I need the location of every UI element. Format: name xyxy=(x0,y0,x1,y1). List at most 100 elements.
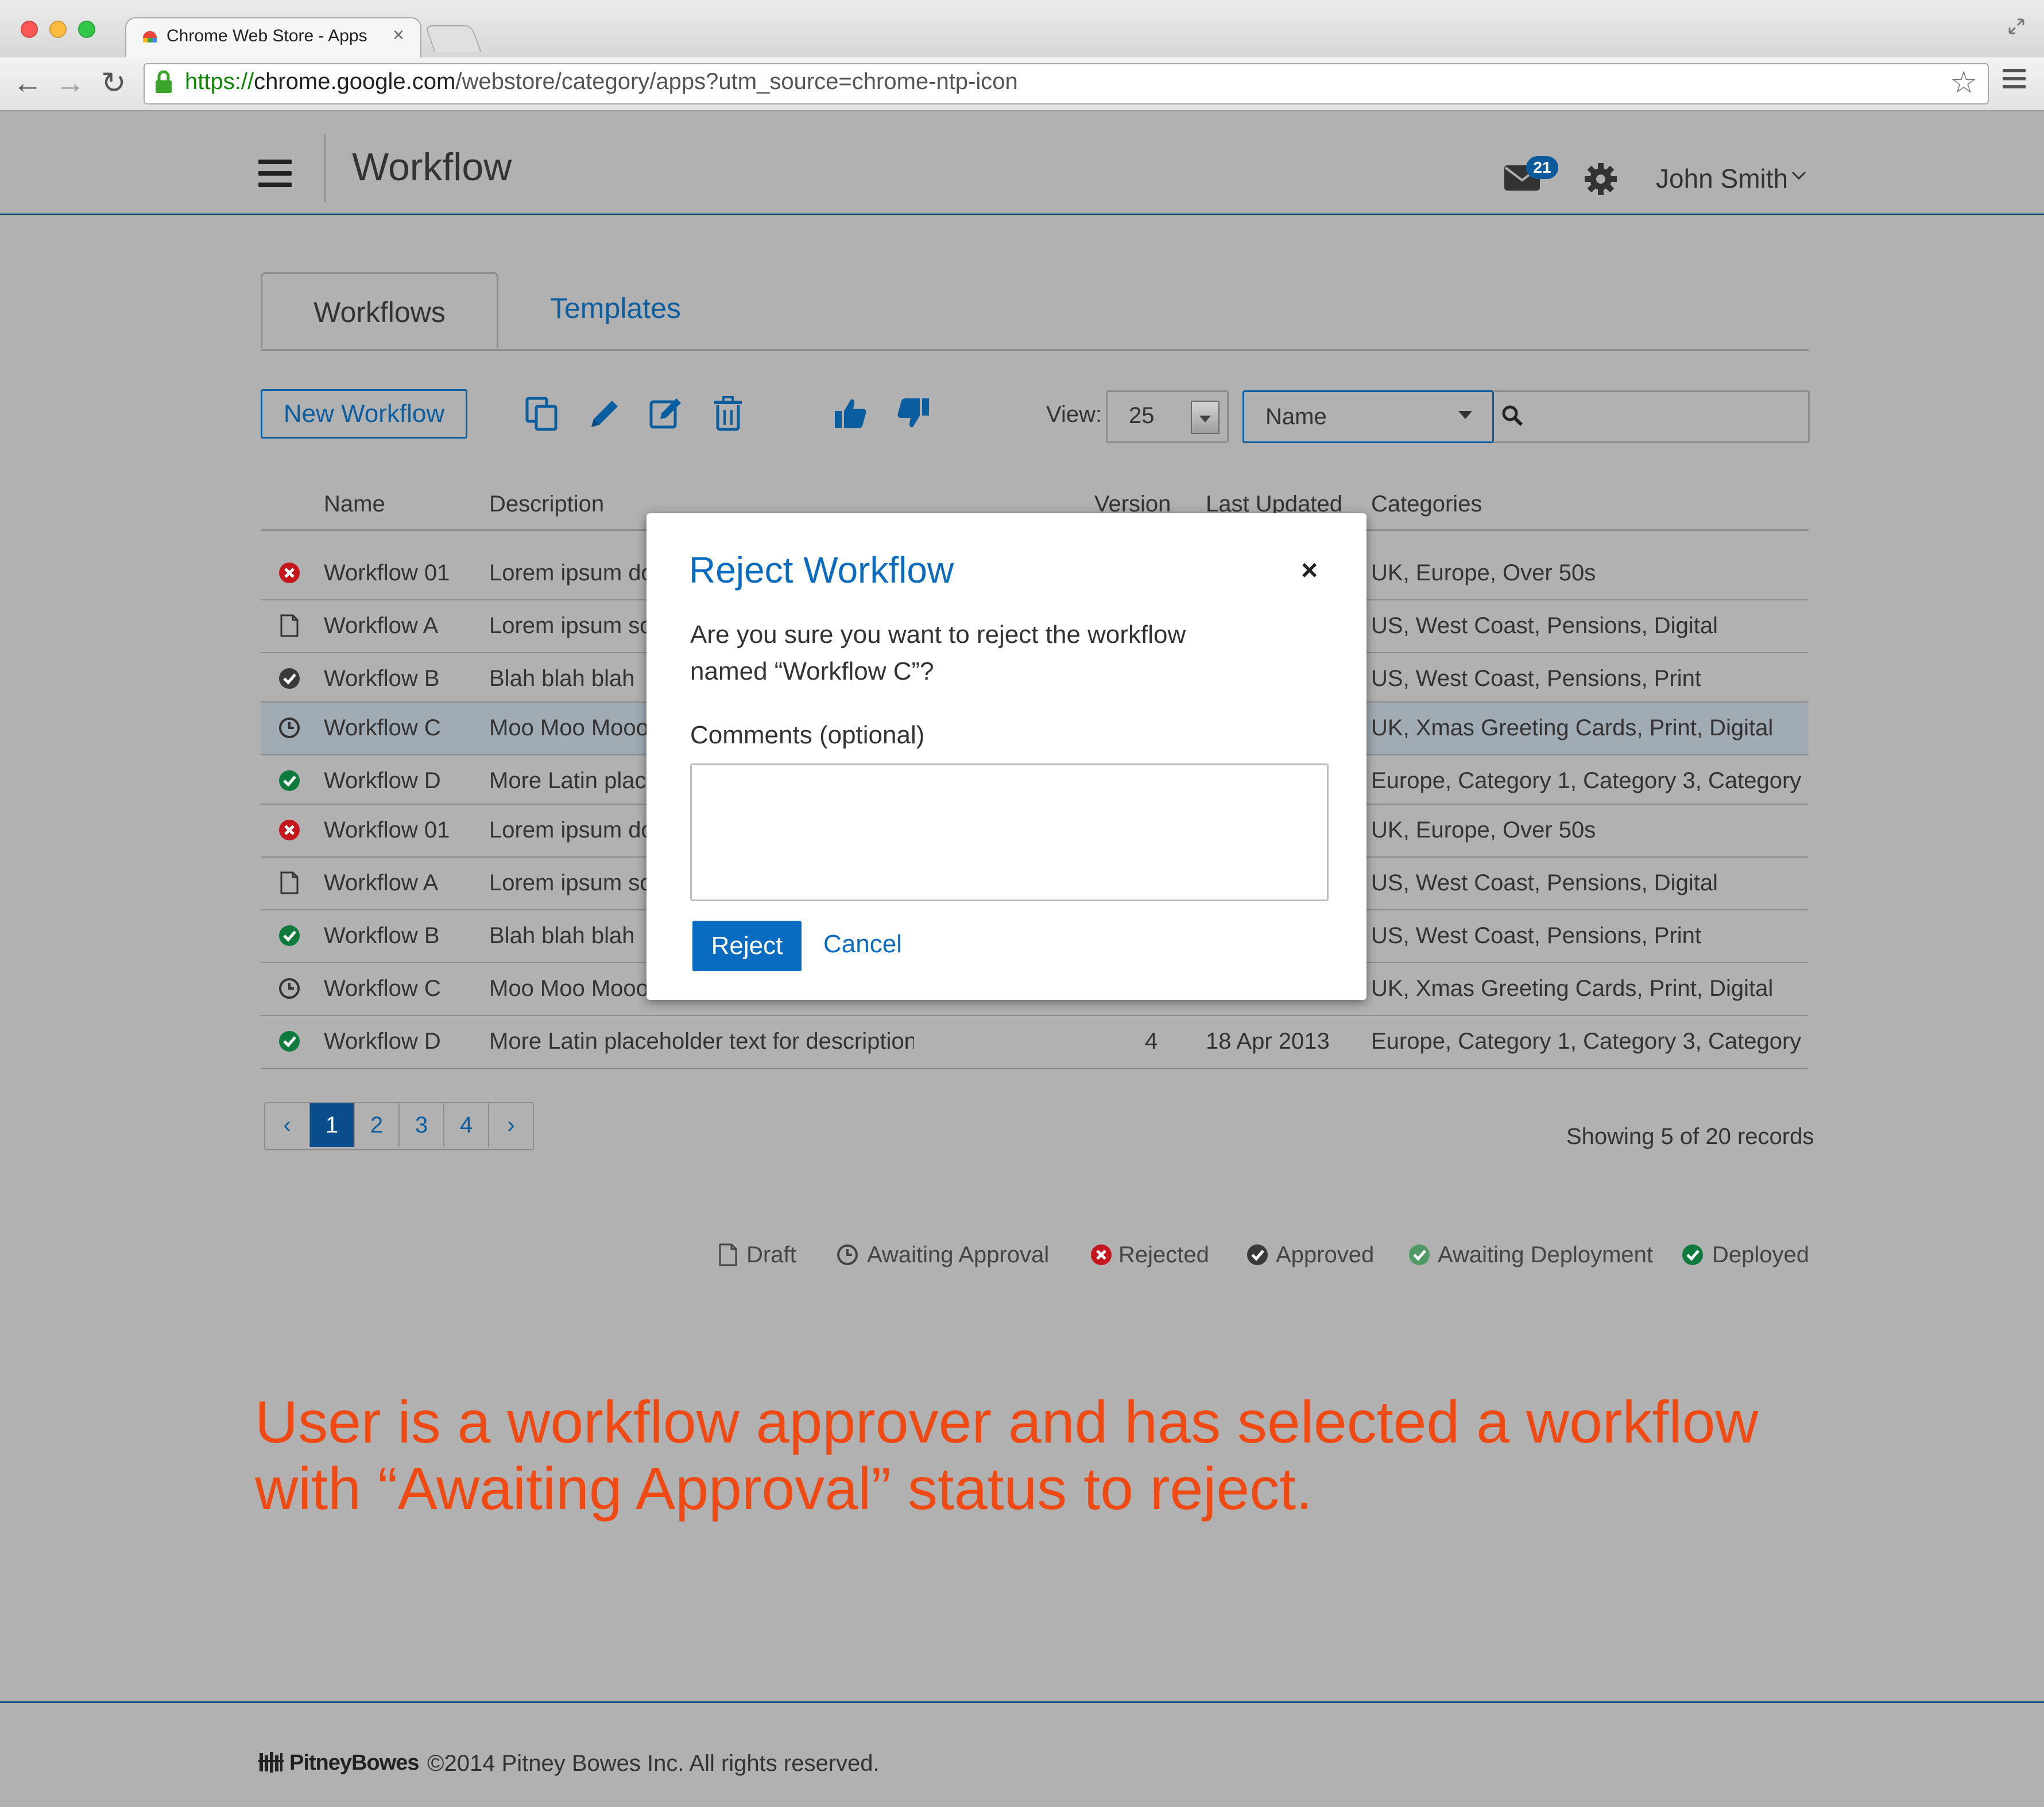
cell-description: Moo Moo Mooo xyxy=(489,976,649,1001)
window-zoom-button[interactable] xyxy=(78,21,95,38)
table-row[interactable]: Workflow D More Latin placeholder text fo… xyxy=(261,1016,1809,1069)
draft-status-icon xyxy=(280,871,299,894)
url-path: /webstore/category/apps?utm_source=chrom… xyxy=(455,69,1018,94)
reject-button[interactable]: Reject xyxy=(692,921,802,971)
browser-tab-title: Chrome Web Store - Apps xyxy=(167,26,367,45)
cell-version: 4 xyxy=(1145,1029,1158,1054)
footer-brand: PitneyBowes xyxy=(289,1751,420,1775)
pencil-icon[interactable] xyxy=(587,395,624,432)
comments-textarea[interactable] xyxy=(690,763,1329,901)
tab-close-icon[interactable]: × xyxy=(393,24,404,46)
awaiting-approval-status-icon xyxy=(279,978,300,999)
gear-icon[interactable] xyxy=(1584,162,1618,196)
page-size-value: 25 xyxy=(1129,403,1155,428)
back-arrow-icon[interactable]: ← xyxy=(13,63,42,103)
cell-categories: US, West Coast, Pensions, Print xyxy=(1371,666,1702,691)
pagination-next[interactable]: › xyxy=(489,1103,533,1147)
caret-down-icon xyxy=(1199,416,1211,422)
search-input[interactable] xyxy=(1493,390,1810,443)
cell-description: Blah blah blah xyxy=(489,923,635,948)
legend-deployed: Deployed xyxy=(1712,1242,1810,1267)
cell-description: Lorem ipsum so xyxy=(489,870,653,895)
cell-description: Lorem ipsum do xyxy=(489,560,654,585)
pagination-page-4[interactable]: 4 xyxy=(444,1103,489,1147)
draft-status-icon xyxy=(280,614,299,637)
thumbs-up-icon[interactable] xyxy=(833,395,869,432)
cell-categories: UK, Europe, Over 50s xyxy=(1371,817,1596,843)
window-close-button[interactable] xyxy=(21,21,38,38)
hamburger-menu-icon[interactable] xyxy=(258,160,292,187)
copy-icon[interactable] xyxy=(524,395,560,432)
pagination-page-1[interactable]: 1 xyxy=(310,1103,355,1147)
sort-field-value: Name xyxy=(1265,404,1327,429)
tabs-rule xyxy=(261,349,1809,351)
cell-description: Lorem ipsum do xyxy=(489,817,654,843)
approved-status-icon xyxy=(279,668,300,689)
cell-name: Workflow D xyxy=(324,1029,441,1054)
cell-categories: Europe, Category 1, Category 3, Category… xyxy=(1371,768,1803,793)
deployed-icon xyxy=(1682,1244,1703,1265)
new-workflow-button[interactable]: New Workflow xyxy=(261,389,467,439)
close-icon[interactable]: × xyxy=(1301,553,1318,587)
window-minimize-button[interactable] xyxy=(49,21,67,38)
search-icon[interactable] xyxy=(1501,404,1524,427)
caret-down-icon xyxy=(1458,411,1472,419)
rejected-icon xyxy=(1091,1244,1112,1265)
dialog-message: Are you sure you want to reject the work… xyxy=(690,621,1186,685)
legend-awaiting-approval: Awaiting Approval xyxy=(867,1242,1050,1267)
column-header-description[interactable]: Description xyxy=(489,491,604,517)
awaiting-approval-icon xyxy=(837,1244,858,1265)
chrome-store-icon xyxy=(143,31,157,42)
trash-icon[interactable] xyxy=(711,395,745,432)
cell-categories: UK, Xmas Greeting Cards, Print, Digital xyxy=(1371,976,1774,1001)
awaiting-deployment-icon xyxy=(1409,1244,1430,1265)
header-divider xyxy=(324,134,326,202)
browser-menu-icon[interactable] xyxy=(2003,69,2026,88)
view-label: View: xyxy=(1046,402,1102,427)
cell-name: Workflow C xyxy=(324,715,441,740)
cell-categories: Europe, Category 1, Category 3, Category… xyxy=(1371,1029,1803,1054)
footer-rule xyxy=(0,1701,2044,1703)
tab-templates[interactable]: Templates xyxy=(550,292,681,325)
cell-name: Workflow D xyxy=(324,768,441,793)
forward-arrow-icon[interactable]: → xyxy=(55,63,85,103)
bookmark-star-icon[interactable]: ☆ xyxy=(1950,64,1977,100)
fullscreen-icon[interactable] xyxy=(2006,16,2027,37)
cell-description: Moo Moo Mooo xyxy=(489,715,649,740)
edit-note-icon[interactable] xyxy=(648,395,684,432)
cell-description: More Latin plac xyxy=(489,768,647,793)
legend-awaiting-deployment: Awaiting Deployment xyxy=(1438,1242,1654,1267)
user-menu[interactable]: John Smith xyxy=(1656,163,1788,194)
chevron-down-icon[interactable] xyxy=(1790,166,1807,184)
column-header-name[interactable]: Name xyxy=(324,491,385,517)
thumbs-down-icon[interactable] xyxy=(895,395,931,432)
tab-workflows[interactable]: Workflows xyxy=(261,272,498,349)
page-size-dropdown-button[interactable] xyxy=(1191,401,1220,434)
awaiting-approval-status-icon xyxy=(279,718,300,738)
deployed-status-icon xyxy=(279,1031,300,1052)
cancel-button[interactable]: Cancel xyxy=(823,930,902,959)
cell-name: Workflow A xyxy=(324,613,439,638)
mail-count-badge: 21 xyxy=(1526,156,1558,179)
url-host: chrome.google.com xyxy=(254,69,456,94)
pagination-page-2[interactable]: 2 xyxy=(355,1103,400,1147)
dialog-title: Reject Workflow xyxy=(689,549,954,591)
address-url[interactable]: https://chrome.google.com/webstore/categ… xyxy=(185,69,1018,95)
reject-workflow-dialog: Reject Workflow × Are you sure you want … xyxy=(647,513,1366,1000)
pagination-prev[interactable]: ‹ xyxy=(265,1103,310,1147)
new-tab-button[interactable] xyxy=(424,25,482,52)
annotation-note: User is a workflow approver and has sele… xyxy=(255,1389,1759,1522)
deployed-status-icon xyxy=(279,770,300,791)
column-header-categories[interactable]: Categories xyxy=(1371,491,1482,517)
cell-name: Workflow 01 xyxy=(324,817,450,843)
cell-name: Workflow B xyxy=(324,923,440,948)
cell-name: Workflow B xyxy=(324,666,440,691)
reload-icon[interactable]: ↻ xyxy=(101,63,126,103)
cell-categories: US, West Coast, Pensions, Digital xyxy=(1371,613,1718,638)
comments-label: Comments (optional) xyxy=(690,721,925,749)
footer-copyright: ©2014 Pitney Bowes Inc. All rights reser… xyxy=(427,1751,880,1776)
records-count: Showing 5 of 20 records xyxy=(1566,1124,1814,1149)
pagination-page-3[interactable]: 3 xyxy=(400,1103,444,1147)
legend-approved: Approved xyxy=(1276,1242,1375,1267)
cell-name: Workflow A xyxy=(324,870,439,895)
